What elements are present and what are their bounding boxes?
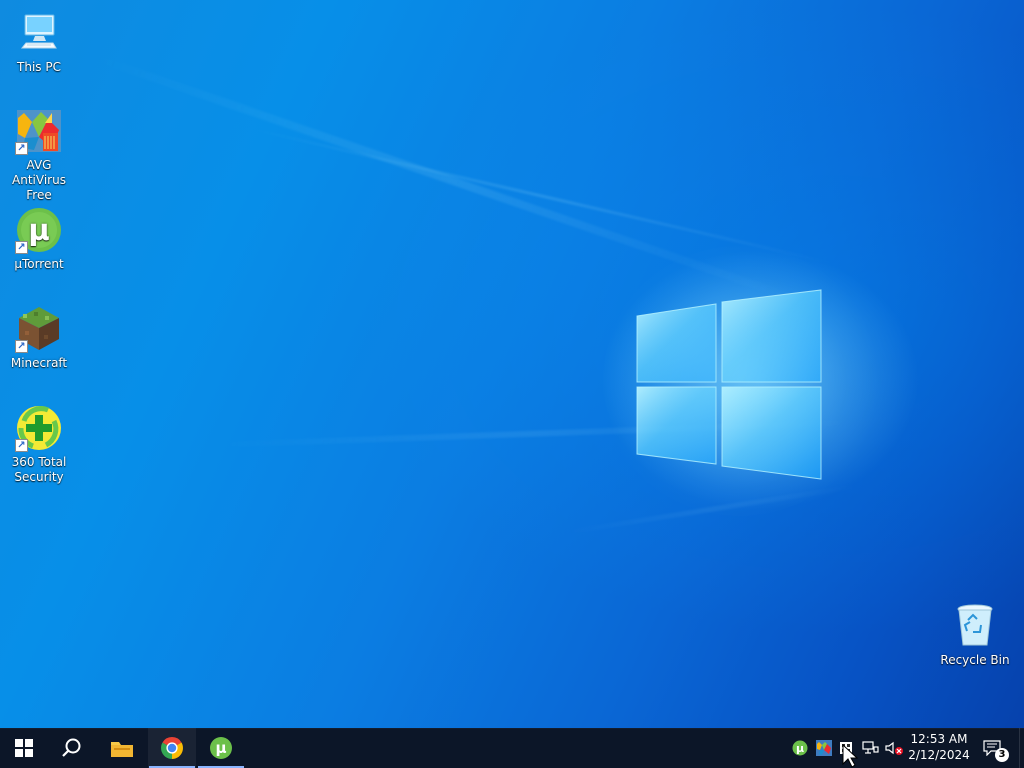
shortcut-arrow-icon: ↗: [15, 340, 28, 353]
360-total-security-icon: ↗: [14, 403, 64, 453]
light-beam: [244, 126, 840, 267]
desktop-icon-this-pc[interactable]: This PC: [0, 8, 78, 75]
tray-app-icon: [840, 742, 852, 754]
desktop-icon-label: Minecraft: [10, 356, 68, 370]
computer-icon: [14, 8, 64, 58]
tray-clock[interactable]: 12:53 AM 2/12/2024: [906, 731, 972, 763]
utorrent-tray-icon: µ: [792, 740, 808, 756]
desktop-screen: This PC ↗ AVG AntiVirus Free µ ↗ µTorren…: [0, 0, 1024, 768]
recycle-bin-icon: [950, 601, 1000, 651]
windows-wallpaper-logo: [600, 246, 880, 516]
desktop-icon-label: Recycle Bin: [940, 653, 1010, 667]
search-icon: [62, 738, 81, 757]
taskbar-utorrent[interactable]: µ: [197, 728, 245, 768]
avg-tray-icon: [816, 740, 832, 756]
show-desktop-button[interactable]: [1019, 728, 1024, 768]
clock-time: 12:53 AM: [910, 732, 968, 746]
notification-count-badge: 3: [995, 748, 1009, 762]
taskbar: µ µ 12:53 AM 2/12/2024 3: [0, 728, 1024, 768]
start-button[interactable]: [0, 728, 48, 768]
utorrent-icon: µ: [210, 737, 232, 759]
logo-glow: [600, 246, 880, 516]
desktop-icon-label: This PC: [17, 60, 61, 74]
tray-avg[interactable]: [814, 738, 834, 758]
desktop-icon-minecraft[interactable]: ↗ Minecraft: [0, 304, 78, 371]
desktop-icon-recycle-bin[interactable]: Recycle Bin: [936, 601, 1014, 668]
taskbar-file-explorer[interactable]: [98, 728, 146, 768]
desktop-icon-avg-antivirus-free[interactable]: ↗ AVG AntiVirus Free: [0, 106, 78, 203]
tray-network[interactable]: [860, 738, 880, 758]
search-button[interactable]: [48, 728, 96, 768]
desktop-icon-label: µTorrent: [14, 257, 64, 271]
tray-app[interactable]: [836, 738, 856, 758]
desktop-icon-360-total-security[interactable]: ↗ 360 Total Security: [0, 403, 78, 485]
action-center-button[interactable]: 3: [982, 738, 1009, 762]
file-explorer-icon: [111, 742, 133, 757]
shortcut-arrow-icon: ↗: [15, 439, 28, 452]
desktop-icon-utorrent[interactable]: µ ↗ µTorrent: [0, 205, 78, 272]
clock-date: 2/12/2024: [908, 748, 970, 762]
chrome-icon: [161, 737, 183, 759]
taskbar-chrome[interactable]: [148, 728, 196, 768]
volume-muted-icon: [885, 741, 903, 755]
utorrent-icon: µ ↗: [14, 205, 64, 255]
svg-text:µ: µ: [28, 213, 49, 247]
minecraft-icon: ↗: [14, 304, 64, 354]
svg-text:µ: µ: [215, 739, 226, 757]
network-icon: [862, 741, 879, 754]
desktop-icon-label: AVG AntiVirus Free: [12, 158, 66, 202]
windows-start-icon: [15, 739, 33, 757]
shortcut-arrow-icon: ↗: [15, 142, 28, 155]
desktop-icon-label: 360 Total Security: [11, 455, 67, 484]
avg-antivirus-icon: ↗: [14, 106, 64, 156]
tray-volume[interactable]: [884, 738, 904, 758]
shortcut-arrow-icon: ↗: [15, 241, 28, 254]
tray-utorrent[interactable]: µ: [790, 738, 810, 758]
svg-text:µ: µ: [796, 742, 804, 755]
